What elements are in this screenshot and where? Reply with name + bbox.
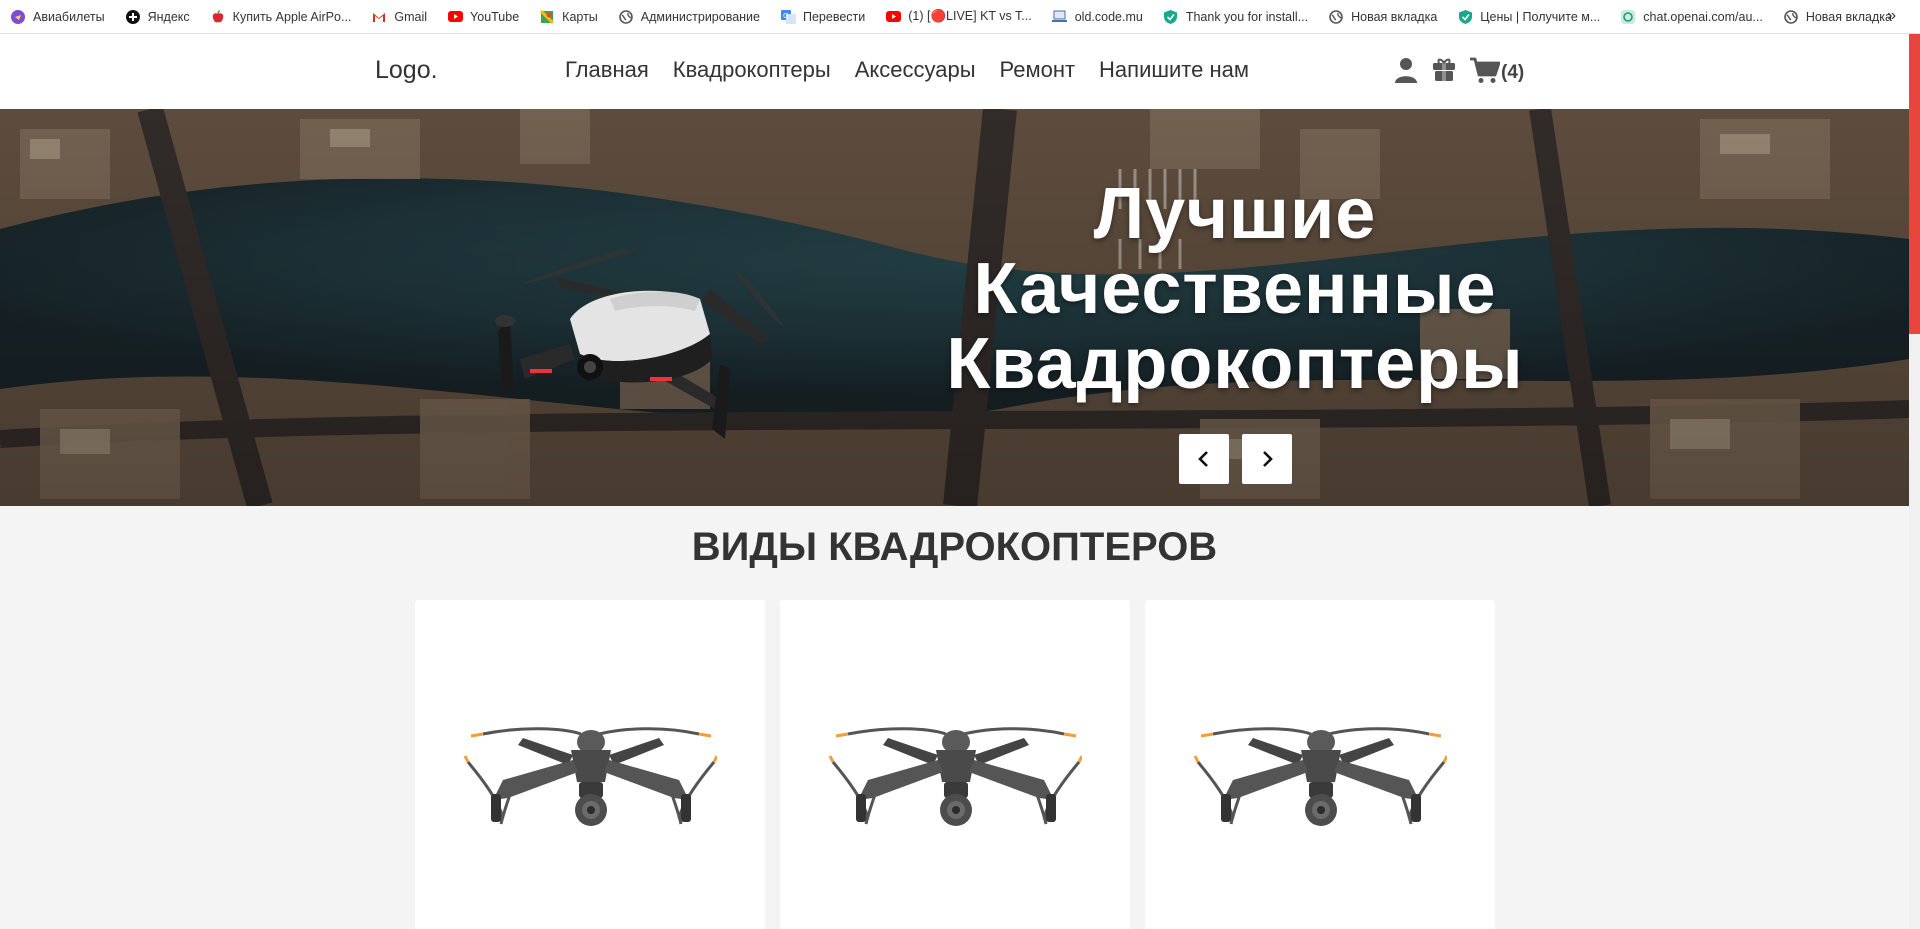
youtube-icon (447, 9, 463, 25)
bookmark-thank-you[interactable]: Thank you for install... (1163, 9, 1308, 25)
svg-text:G: G (783, 12, 788, 20)
bookmark-youtube-live[interactable]: (1) [🔴LIVE] KT vs T... (885, 9, 1032, 25)
bookmark-label: Администрирование (640, 9, 760, 24)
openai-icon (1620, 9, 1636, 25)
bookmark-label: chat.openai.com/au... (1643, 9, 1763, 24)
bookmark-label: Авиабилеты (33, 9, 105, 24)
product-card[interactable] (780, 600, 1130, 929)
gmail-icon (371, 9, 387, 25)
hero-title-line: Качественные (973, 249, 1497, 329)
youtube-icon (885, 9, 901, 25)
nav-item-accessories[interactable]: Аксессуары (855, 57, 976, 83)
bookmark-label: (1) [🔴LIVE] KT vs T... (908, 9, 1032, 23)
drone-image (1193, 727, 1447, 826)
shield-icon (1457, 9, 1473, 25)
translate-icon: G (780, 9, 796, 25)
bookmark-new-tab[interactable]: Новая вкладка (1328, 9, 1437, 25)
bookmark-label: Перевести (803, 9, 866, 24)
cart-button[interactable]: (4) (1470, 56, 1524, 84)
bookmark-label: Карты (562, 9, 598, 24)
laptop-icon (1052, 9, 1068, 25)
product-card[interactable] (415, 600, 765, 929)
bookmark-aviabilety[interactable]: Авиабилеты (10, 9, 105, 25)
scrollbar-thumb[interactable] (1909, 34, 1920, 334)
bookmark-label: Купить Apple AirPo... (232, 9, 352, 24)
bookmark-label: Новая вкладка (1805, 9, 1892, 24)
bookmark-apple-airpods[interactable]: Купить Apple AirPo... (210, 9, 352, 25)
user-icon[interactable] (1394, 57, 1418, 83)
bookmark-chat-openai[interactable]: chat.openai.com/au... (1620, 9, 1763, 25)
slider-next-button[interactable] (1242, 434, 1292, 484)
bookmark-label: Новая вкладка (1351, 9, 1438, 24)
site-logo[interactable]: Logo. (375, 56, 438, 85)
product-card[interactable] (1145, 600, 1495, 929)
nav-item-contact[interactable]: Напишите нам (1099, 57, 1249, 83)
header-icons: (4) (1394, 56, 1524, 84)
bookmarks-bar: Авиабилеты Яндекс Купить Apple AirPo... … (0, 0, 1920, 34)
shield-icon (1163, 9, 1179, 25)
bookmark-gmail[interactable]: Gmail (371, 9, 427, 25)
bookmark-label: Thank you for install... (1185, 9, 1309, 24)
hero-slider: Лучшие Качественные Квадрокоптеры (0, 109, 1909, 506)
main-nav: Главная Квадрокоптеры Аксессуары Ремонт … (565, 57, 1249, 83)
yandex-icon (125, 9, 141, 25)
bookmarks-more-button[interactable]: » (1887, 7, 1896, 25)
nav-item-quadcopters[interactable]: Квадрокоптеры (673, 57, 831, 83)
bookmark-label: YouTube (470, 9, 520, 24)
hero-drone-image (495, 249, 784, 439)
product-cards (415, 600, 1495, 929)
globe-icon (1783, 9, 1799, 25)
nav-item-home[interactable]: Главная (565, 57, 649, 83)
box-icon[interactable] (1432, 58, 1456, 82)
hero-title: Лучшие Качественные Квадрокоптеры (900, 177, 1570, 402)
slider-prev-button[interactable] (1179, 434, 1229, 484)
site-header: Logo. Главная Квадрокоптеры Аксессуары Р… (0, 34, 1909, 109)
cart-count: (4) (1501, 62, 1525, 83)
bookmark-prices[interactable]: Цены | Получите м... (1457, 9, 1600, 25)
bookmark-translate[interactable]: G Перевести (780, 9, 865, 25)
bookmark-admin[interactable]: Администрирование (618, 9, 760, 25)
chevron-right-icon (1263, 451, 1273, 467)
drone-image (463, 727, 717, 826)
maps-icon (539, 9, 555, 25)
bookmark-new-tab-2[interactable]: Новая вкладка (1783, 9, 1892, 25)
bookmark-maps[interactable]: Карты (539, 9, 598, 25)
nav-item-repair[interactable]: Ремонт (1000, 57, 1076, 83)
bookmark-youtube[interactable]: YouTube (447, 9, 519, 25)
hero-title-line: Квадрокоптеры (946, 324, 1524, 404)
chevron-left-icon (1198, 451, 1208, 467)
hero-title-line: Лучшие (1093, 174, 1377, 254)
bookmark-yandex[interactable]: Яндекс (125, 9, 190, 25)
bookmark-label: Цены | Получите м... (1480, 9, 1601, 24)
bookmark-label: Яндекс (147, 9, 190, 24)
drone-image (828, 727, 1082, 826)
bookmark-label: old.code.mu (1074, 9, 1143, 24)
section-title: ВИДЫ КВАДРОКОПТЕРОВ (691, 525, 1218, 569)
globe-icon (618, 9, 634, 25)
travel-icon (10, 9, 26, 25)
globe-icon (1328, 9, 1344, 25)
cart-icon (1470, 57, 1500, 83)
apple-icon (210, 9, 226, 25)
bookmark-old-code-mu[interactable]: old.code.mu (1052, 9, 1143, 25)
bookmark-label: Gmail (394, 9, 428, 24)
